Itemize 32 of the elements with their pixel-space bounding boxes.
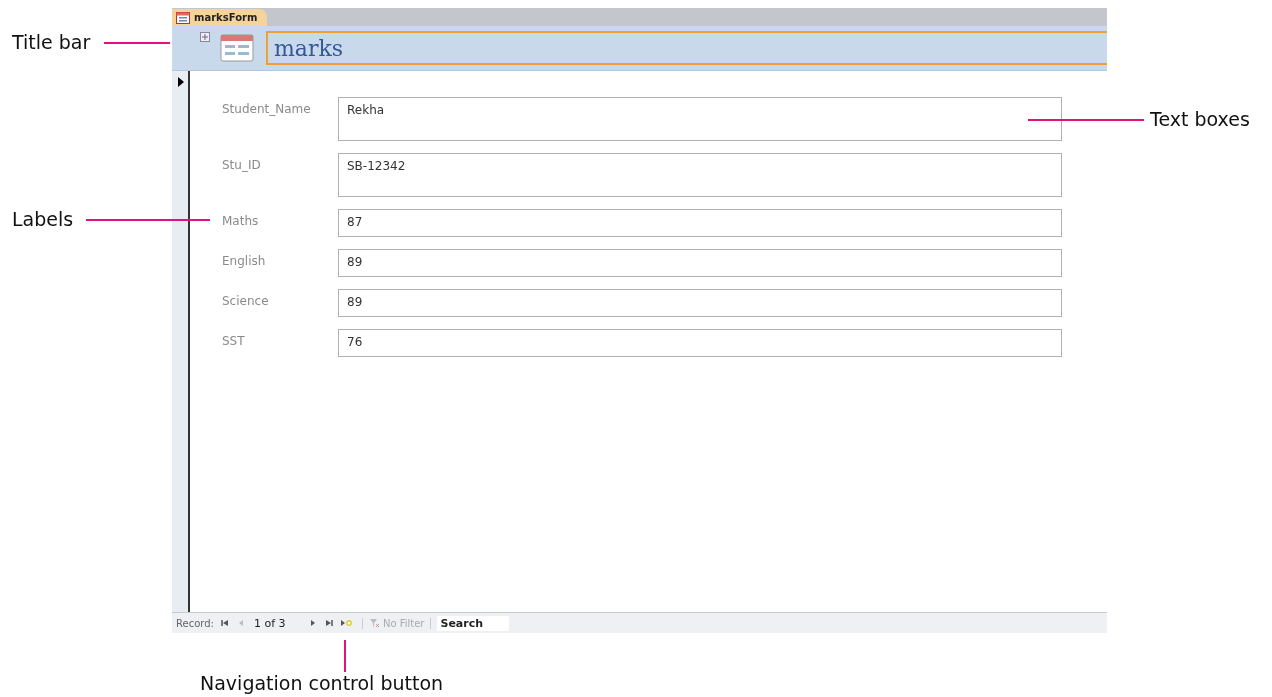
callout-text: Text boxes [1150, 108, 1250, 130]
text-box[interactable]: 89 [338, 289, 1062, 317]
callout-text: Navigation control button [200, 672, 444, 694]
leader-line [103, 42, 171, 44]
last-record-icon[interactable] [323, 618, 334, 628]
form-title: marks [266, 31, 1107, 65]
form-icon [176, 11, 190, 24]
first-record-icon[interactable] [219, 618, 230, 628]
field-label: Science [222, 293, 270, 310]
field-label: SST [222, 333, 246, 350]
field-label: Maths [222, 213, 260, 230]
field-label: Student_Name [222, 101, 312, 118]
field-label: Stu_ID [222, 157, 262, 174]
record-selector[interactable] [172, 71, 190, 612]
new-record-icon[interactable] [339, 618, 352, 628]
move-handle-icon[interactable] [200, 32, 210, 42]
callout-text: Labels [12, 208, 74, 230]
callout-text: Title bar [12, 31, 91, 53]
text-box[interactable]: SB-12342 [338, 153, 1062, 197]
text-box[interactable]: 89 [338, 249, 1062, 277]
search-field[interactable]: Search [437, 615, 510, 631]
current-record-icon [177, 76, 185, 88]
field-label: English [222, 253, 267, 270]
filter-icon [368, 618, 380, 628]
record-label: Record: [176, 617, 214, 629]
record-position-field[interactable]: 1 of 3 [253, 616, 302, 630]
form-icon [220, 34, 254, 62]
text-box[interactable]: 87 [338, 209, 1062, 237]
text-box[interactable]: Rekha [338, 97, 1062, 141]
document-tab[interactable]: marksForm [172, 9, 268, 26]
text-box[interactable]: 76 [338, 329, 1062, 357]
leader-line [344, 639, 346, 673]
